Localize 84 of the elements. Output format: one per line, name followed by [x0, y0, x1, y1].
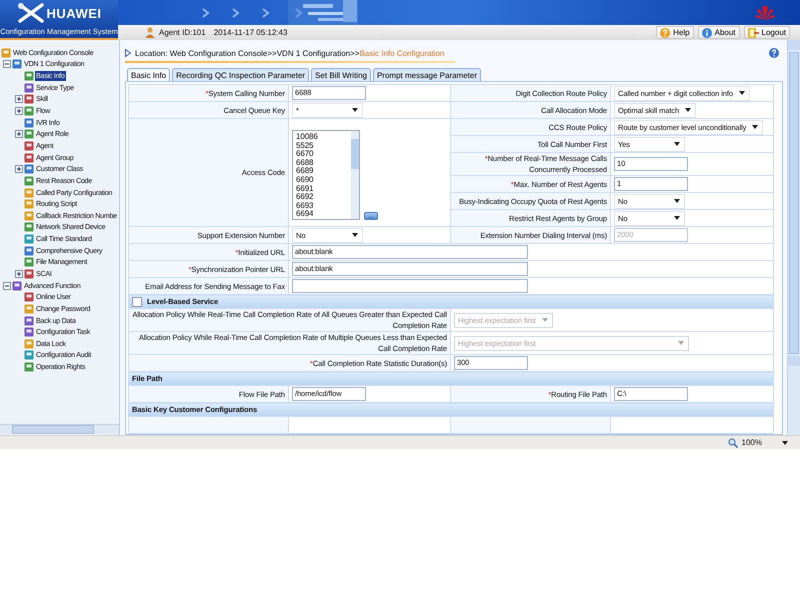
login-time: 2014-11-17 05:12:43	[214, 28, 288, 37]
help-button[interactable]: Help	[656, 26, 694, 39]
list-item[interactable]: 6692	[296, 193, 348, 202]
location-path: Location: Web Configuration Console>>VDN 1 Configuration>>	[135, 48, 360, 58]
help-icon	[660, 28, 670, 38]
node-icon	[24, 129, 34, 140]
list-item[interactable]: 6691	[296, 184, 348, 194]
node-icon	[24, 152, 34, 163]
list-item[interactable]: 10086	[296, 133, 348, 142]
scrollbar[interactable]	[351, 131, 359, 219]
list-item[interactable]: 6693	[296, 202, 348, 210]
node-icon	[12, 280, 22, 291]
expand-icon[interactable]	[15, 270, 23, 278]
about-button[interactable]: About	[698, 26, 740, 39]
magnifier-icon	[728, 438, 738, 448]
caret-icon	[674, 216, 680, 220]
node-icon	[24, 327, 34, 338]
node-icon	[24, 362, 34, 372]
brand-name: HUAWEI	[46, 6, 102, 20]
list-box[interactable]: 10086 5525 6670 6688 6689 6690 6691 6692 6693 6694	[292, 130, 360, 220]
expand-icon[interactable]	[15, 95, 23, 104]
node-icon	[24, 268, 34, 279]
horizontal-scrollbar[interactable]	[0, 424, 119, 434]
tab[interactable]: Basic Info	[127, 68, 170, 81]
caret-icon	[685, 108, 692, 112]
expand-icon[interactable]	[15, 165, 23, 174]
agent-id: Agent ID:101	[159, 28, 206, 37]
node-icon	[24, 292, 34, 302]
caret-icon	[752, 125, 758, 129]
expand-icon[interactable]	[15, 130, 23, 138]
caret-icon	[674, 199, 680, 203]
list-item[interactable]: 6688	[296, 158, 348, 168]
node-icon	[24, 71, 34, 82]
node-icon	[24, 316, 34, 326]
node-icon	[24, 176, 34, 186]
list-item[interactable]: 6690	[296, 176, 348, 185]
node-icon	[24, 350, 34, 360]
node-icon	[12, 59, 22, 70]
node-icon	[24, 222, 34, 232]
tools-icon	[16, 3, 44, 23]
petal-logo-icon	[754, 4, 776, 20]
caret-icon	[678, 341, 684, 345]
node-icon	[24, 188, 34, 198]
node-icon	[24, 246, 34, 256]
node-icon	[24, 164, 34, 174]
node-icon	[24, 304, 34, 314]
checkbox[interactable]	[132, 296, 142, 306]
caret-icon	[674, 142, 680, 146]
zoom-level[interactable]: 100%	[742, 438, 762, 447]
list-item[interactable]: 6694	[296, 210, 348, 219]
caret-icon	[352, 108, 358, 112]
tab[interactable]: Set Bill Writing	[311, 68, 371, 81]
list-item[interactable]: 6670	[296, 150, 348, 159]
list-item[interactable]: 6689	[296, 167, 348, 176]
help-icon[interactable]	[769, 48, 779, 58]
collapse-icon[interactable]	[3, 60, 11, 68]
user-icon	[145, 27, 155, 38]
triangle-icon	[125, 49, 131, 57]
node-icon	[1, 48, 11, 58]
text-field[interactable]	[292, 279, 528, 293]
door-icon	[748, 28, 759, 38]
node-icon	[24, 234, 34, 244]
node-icon	[24, 210, 34, 221]
logout-button[interactable]: Logout	[744, 26, 790, 39]
tab[interactable]: Recording QC Inspection Parameter	[172, 68, 310, 81]
collapse-icon[interactable]	[3, 282, 11, 290]
info-icon	[702, 28, 712, 38]
node-icon	[24, 106, 34, 116]
node-icon	[24, 94, 34, 104]
caret-icon	[352, 233, 358, 237]
node-icon	[24, 338, 34, 349]
caret-icon[interactable]	[782, 440, 788, 444]
tab[interactable]: Prompt message Parameter	[372, 68, 482, 81]
node-icon	[24, 140, 34, 151]
node-icon	[24, 82, 34, 93]
node-icon	[24, 118, 34, 128]
location-current: Basic Info Configuration	[359, 48, 444, 58]
expand-icon[interactable]	[15, 107, 23, 116]
node-icon	[24, 257, 34, 268]
vertical-scrollbar[interactable]	[787, 40, 800, 435]
list-item[interactable]: 5525	[296, 142, 348, 150]
node-icon	[24, 199, 34, 210]
caret-icon	[738, 91, 745, 95]
caret-icon	[542, 318, 548, 322]
